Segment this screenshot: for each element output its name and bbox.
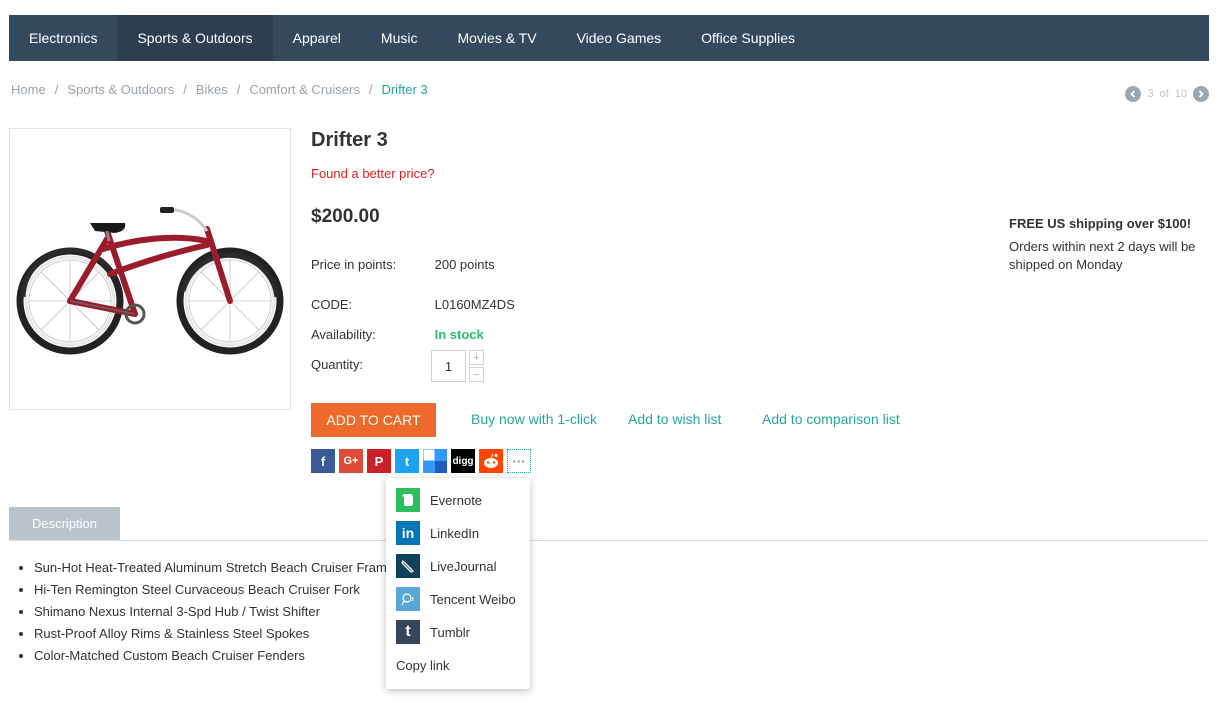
pager-current: 3 bbox=[1147, 88, 1154, 100]
digg-icon: digg bbox=[452, 455, 474, 467]
facebook-icon: f bbox=[320, 453, 326, 469]
google-plus-share-button[interactable]: G+ bbox=[339, 449, 363, 473]
tab-description[interactable]: Description bbox=[9, 507, 120, 540]
nav-item-office-supplies[interactable]: Office Supplies bbox=[681, 15, 815, 61]
tab-divider bbox=[9, 540, 1209, 541]
pinterest-share-button[interactable]: P bbox=[367, 449, 391, 473]
product-title: Drifter 3 bbox=[311, 129, 388, 151]
share-livejournal[interactable]: LiveJournal bbox=[396, 554, 497, 578]
quantity-row: Quantity: bbox=[311, 357, 431, 372]
breadcrumb-home[interactable]: Home bbox=[11, 82, 46, 97]
tencent-weibo-icon bbox=[396, 587, 420, 611]
twitter-icon: t bbox=[404, 453, 410, 469]
share-tencent-weibo[interactable]: Tencent Weibo bbox=[396, 587, 516, 611]
code-row: CODE: L0160MZ4DS bbox=[311, 297, 515, 312]
share-evernote[interactable]: Evernote bbox=[396, 488, 482, 512]
digg-share-button[interactable]: digg bbox=[451, 449, 475, 473]
pager-of: of bbox=[1159, 88, 1169, 100]
breadcrumb-separator: / bbox=[54, 82, 59, 97]
pager-total: 10 bbox=[1174, 88, 1187, 100]
shipping-title: FREE US shipping over $100! bbox=[1009, 216, 1192, 231]
twitter-share-button[interactable]: t bbox=[395, 449, 419, 473]
nav-item-video-games[interactable]: Video Games bbox=[557, 15, 682, 61]
nav-item-apparel[interactable]: Apparel bbox=[273, 15, 361, 61]
chevron-right-icon bbox=[1198, 90, 1204, 98]
breadcrumb: Home / Sports & Outdoors / Bikes / Comfo… bbox=[11, 82, 428, 97]
copy-link-button[interactable]: Copy link bbox=[396, 653, 449, 677]
list-item: Color-Matched Custom Beach Cruiser Fende… bbox=[34, 645, 394, 667]
facebook-share-button[interactable]: f bbox=[311, 449, 335, 473]
more-icon: ··· bbox=[512, 453, 526, 469]
chevron-left-icon bbox=[1130, 90, 1136, 98]
more-share-button[interactable]: ··· bbox=[507, 449, 531, 473]
share-linkedin-label: LinkedIn bbox=[430, 525, 480, 541]
nav-item-sports-outdoors[interactable]: Sports & Outdoors bbox=[117, 15, 273, 61]
pinterest-icon: P bbox=[374, 453, 384, 469]
delicious-share-button[interactable] bbox=[423, 449, 447, 473]
better-price-link[interactable]: Found a better price? bbox=[311, 166, 435, 181]
points-label: Price in points: bbox=[311, 257, 397, 272]
description-list: Sun-Hot Heat-Treated Aluminum Stretch Be… bbox=[34, 557, 394, 667]
points-row: Price in points: 200 points bbox=[311, 257, 495, 272]
reddit-share-button[interactable] bbox=[479, 449, 503, 473]
quantity-decrease-button[interactable]: − bbox=[469, 367, 484, 382]
share-tumblr[interactable]: t Tumblr bbox=[396, 620, 470, 644]
breadcrumb-comfort-cruisers[interactable]: Comfort & Cruisers bbox=[249, 82, 360, 97]
availability-row: Availability: In stock bbox=[311, 327, 484, 342]
prev-product-button[interactable] bbox=[1125, 86, 1142, 102]
product-image[interactable] bbox=[9, 128, 291, 410]
livejournal-icon bbox=[396, 554, 420, 578]
buy-now-link[interactable]: Buy now with 1-click bbox=[471, 411, 597, 427]
list-item: Rust-Proof Alloy Rims & Stainless Steel … bbox=[34, 623, 394, 645]
reddit-icon bbox=[484, 453, 498, 468]
share-dropdown: Evernote in LinkedIn LiveJournal Tencent… bbox=[386, 478, 530, 689]
bike-image bbox=[16, 207, 284, 355]
share-tumblr-label: Tumblr bbox=[430, 624, 470, 640]
share-linkedin[interactable]: in LinkedIn bbox=[396, 521, 479, 545]
breadcrumb-sports-outdoors[interactable]: Sports & Outdoors bbox=[67, 82, 174, 97]
google-plus-icon: G+ bbox=[343, 455, 359, 467]
breadcrumb-bikes[interactable]: Bikes bbox=[196, 82, 228, 97]
nav-item-movies-tv[interactable]: Movies & TV bbox=[437, 15, 556, 61]
breadcrumb-separator: / bbox=[183, 82, 187, 97]
list-item: Sun-Hot Heat-Treated Aluminum Stretch Be… bbox=[34, 557, 394, 579]
code-value: L0160MZ4DS bbox=[434, 297, 515, 312]
top-nav: Electronics Sports & Outdoors Apparel Mu… bbox=[9, 15, 1209, 61]
list-item: Shimano Nexus Internal 3-Spd Hub / Twist… bbox=[34, 601, 394, 623]
next-product-button[interactable] bbox=[1193, 86, 1209, 102]
share-evernote-label: Evernote bbox=[430, 492, 483, 508]
nav-item-electronics[interactable]: Electronics bbox=[9, 15, 117, 61]
availability-value: In stock bbox=[434, 327, 484, 342]
breadcrumb-current: Drifter 3 bbox=[381, 82, 428, 97]
linkedin-icon: in bbox=[396, 521, 420, 545]
nav-item-music[interactable]: Music bbox=[361, 15, 438, 61]
tumblr-icon: t bbox=[396, 620, 420, 644]
share-livejournal-label: LiveJournal bbox=[430, 558, 497, 574]
points-value: 200 points bbox=[434, 257, 495, 272]
product-price: $200.00 bbox=[311, 206, 380, 227]
wish-list-link[interactable]: Add to wish list bbox=[628, 411, 721, 427]
delicious-icon bbox=[423, 449, 447, 473]
breadcrumb-separator: / bbox=[236, 82, 241, 97]
quantity-label: Quantity: bbox=[311, 357, 364, 372]
product-pager: 3 of 10 bbox=[1125, 86, 1209, 102]
quantity-input[interactable]: 1 bbox=[431, 350, 466, 382]
shipping-text: Orders within next 2 days will be shippe… bbox=[1009, 239, 1196, 272]
share-tencent-weibo-label: Tencent Weibo bbox=[430, 591, 516, 607]
breadcrumb-separator: / bbox=[368, 82, 373, 97]
comparison-list-link[interactable]: Add to comparison list bbox=[762, 411, 900, 427]
quantity-increase-button[interactable]: + bbox=[469, 350, 484, 365]
list-item: Hi-Ten Remington Steel Curvaceous Beach … bbox=[34, 579, 394, 601]
code-label: CODE: bbox=[311, 297, 353, 312]
availability-label: Availability: bbox=[311, 327, 376, 342]
evernote-icon bbox=[396, 488, 420, 512]
add-to-cart-button[interactable]: ADD TO CART bbox=[311, 403, 436, 437]
